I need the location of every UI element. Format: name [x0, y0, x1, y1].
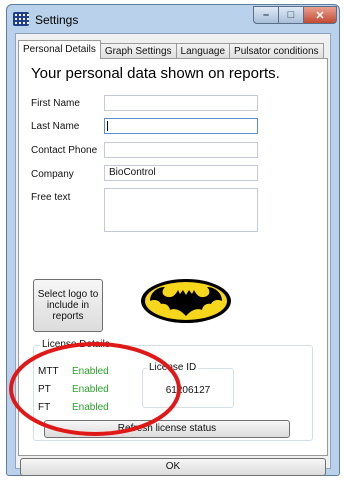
- license-name-pt: PT: [38, 384, 51, 395]
- contact-phone-field[interactable]: [104, 142, 258, 158]
- last-name-label: Last Name: [31, 121, 80, 132]
- license-status-pt: Enabled: [72, 384, 109, 395]
- license-details-title: License Details: [40, 339, 112, 350]
- tab-pulsator-conditions[interactable]: Pulsator conditions: [229, 43, 324, 59]
- maximize-button[interactable]: □: [278, 6, 304, 24]
- tab-graph-settings[interactable]: Graph Settings: [99, 43, 177, 59]
- license-status-ft: Enabled: [72, 402, 109, 413]
- first-name-label: First Name: [31, 98, 80, 109]
- company-field[interactable]: BioControl: [104, 165, 258, 181]
- license-name-ft: FT: [38, 402, 51, 413]
- license-details-group: License Details MTT Enabled PT Enabled F…: [33, 339, 313, 441]
- title-bar[interactable]: Settings – □ ✕: [7, 5, 339, 33]
- contact-phone-label: Contact Phone: [31, 145, 98, 156]
- tab-strip: Personal Details Graph Settings Language…: [18, 40, 324, 59]
- license-name-mtt: MTT: [38, 366, 59, 377]
- last-name-field[interactable]: [104, 118, 258, 134]
- first-name-field[interactable]: [104, 95, 258, 111]
- text-cursor: [107, 121, 108, 131]
- minimize-button[interactable]: –: [253, 6, 279, 24]
- license-id-box: License ID 61206127: [142, 362, 234, 408]
- personal-details-page: Your personal data shown on reports. Fir…: [18, 58, 328, 456]
- free-text-field[interactable]: [104, 188, 258, 232]
- settings-window: Settings – □ ✕ Personal Details Graph Se…: [6, 4, 340, 476]
- batman-logo-image: [141, 279, 231, 323]
- license-id-title: License ID: [147, 362, 199, 373]
- select-logo-button[interactable]: Select logo to include in reports: [33, 279, 103, 332]
- tab-language[interactable]: Language: [175, 43, 231, 59]
- tab-personal-details[interactable]: Personal Details: [18, 40, 101, 59]
- dialog-client-area: Personal Details Graph Settings Language…: [15, 33, 331, 476]
- company-label: Company: [31, 169, 74, 180]
- license-id-value: 61206127: [165, 385, 211, 396]
- page-heading: Your personal data shown on reports.: [31, 65, 280, 82]
- license-status-mtt: Enabled: [72, 366, 109, 377]
- settings-grid-icon: [13, 12, 29, 26]
- refresh-license-status-button[interactable]: Refresh license status: [44, 420, 290, 438]
- window-title: Settings: [35, 13, 79, 27]
- free-text-label: Free text: [31, 192, 71, 203]
- ok-button[interactable]: OK: [20, 458, 326, 476]
- close-button[interactable]: ✕: [303, 6, 337, 24]
